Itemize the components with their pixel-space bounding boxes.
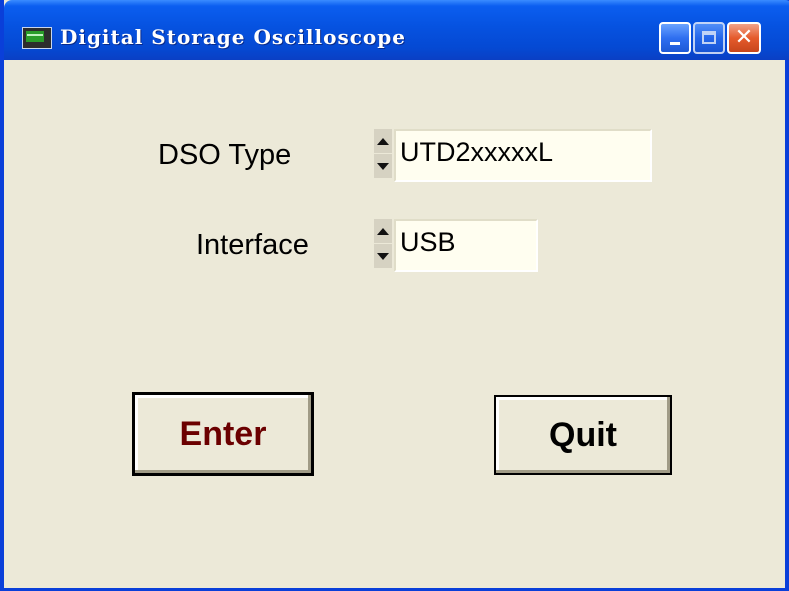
- interface-spinner[interactable]: [374, 219, 392, 269]
- title-bar[interactable]: Digital Storage Oscilloscope ✕: [4, 0, 789, 60]
- interface-label: Interface: [196, 229, 309, 261]
- arrow-down-icon: [377, 162, 389, 170]
- dso-type-spinner[interactable]: [374, 129, 392, 179]
- arrow-down-icon: [377, 252, 389, 260]
- dso-type-spin-up-button[interactable]: [374, 129, 392, 153]
- interface-spin-down-button[interactable]: [374, 244, 392, 268]
- minimize-button[interactable]: [659, 22, 691, 54]
- arrow-up-icon: [377, 137, 389, 145]
- quit-button[interactable]: Quit: [494, 395, 672, 475]
- oscilloscope-app-icon[interactable]: [22, 27, 52, 49]
- dso-type-spin-down-button[interactable]: [374, 154, 392, 178]
- dso-type-field[interactable]: UTD2xxxxxL: [394, 129, 652, 182]
- minimize-icon: [670, 42, 680, 45]
- close-button[interactable]: ✕: [727, 22, 761, 54]
- waveform-shape: [27, 34, 43, 40]
- main-window: Digital Storage Oscilloscope ✕ DSO Type …: [0, 0, 789, 591]
- interface-field[interactable]: USB: [394, 219, 538, 272]
- maximize-button[interactable]: [693, 22, 725, 54]
- dso-type-label: DSO Type: [158, 139, 292, 171]
- window-title: Digital Storage Oscilloscope: [60, 25, 406, 49]
- close-icon: ✕: [734, 25, 754, 50]
- maximize-icon: [702, 31, 716, 44]
- enter-button[interactable]: Enter: [132, 392, 314, 476]
- arrow-up-icon: [377, 227, 389, 235]
- interface-spin-up-button[interactable]: [374, 219, 392, 243]
